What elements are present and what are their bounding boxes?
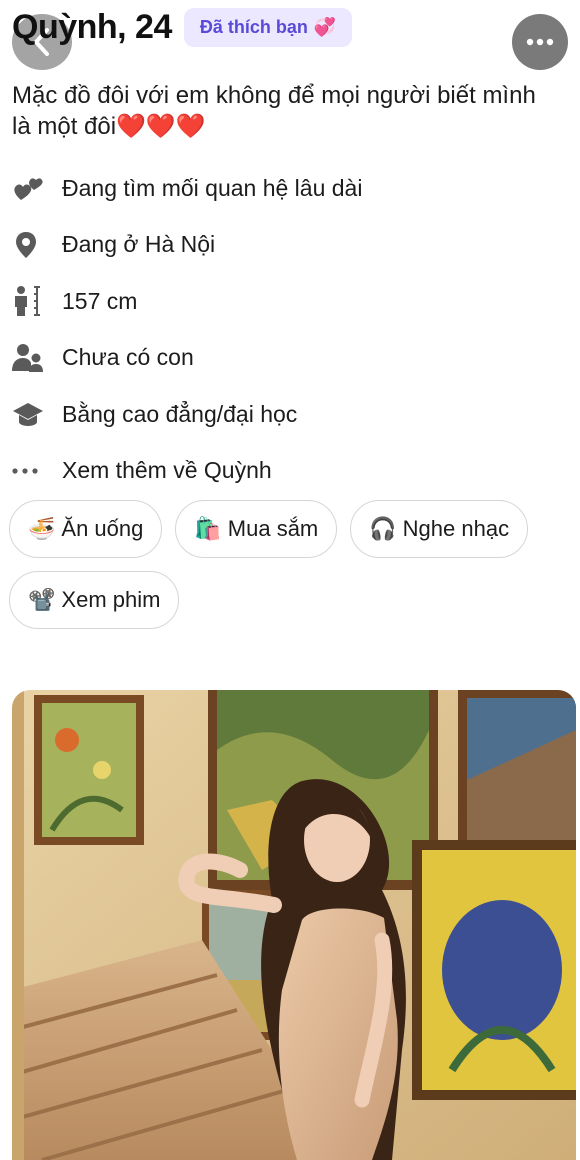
profile-name-age: Quỳnh, 24	[12, 8, 172, 46]
more-options-button[interactable]	[512, 14, 568, 70]
info-text: Bằng cao đẳng/đại học	[62, 400, 298, 427]
info-text: 157 cm	[62, 287, 138, 314]
more-dots-icon	[12, 455, 48, 487]
info-row-children: Chưa có con	[12, 330, 568, 387]
interest-chip-shopping[interactable]: 🛍️ Mua sắm	[175, 500, 338, 558]
children-icon	[12, 342, 48, 374]
info-row-see-more[interactable]: Xem thêm về Quỳnh	[12, 443, 568, 500]
hearts-icon	[12, 172, 48, 204]
see-more-link[interactable]: Xem thêm về Quỳnh	[62, 457, 272, 484]
info-row-relationship: Đang tìm mối quan hệ lâu dài	[12, 160, 568, 217]
interest-chip-eating[interactable]: 🍜 Ăn uống	[9, 500, 163, 558]
interest-chip-music[interactable]: 🎧 Nghe nhạc	[350, 500, 529, 558]
location-pin-icon	[12, 229, 48, 261]
headphones-icon: 🎧	[369, 516, 397, 541]
liked-badge-label: Đã thích bạn	[199, 17, 308, 37]
interest-label: Nghe nhạc	[402, 516, 510, 541]
profile-info-list: Đang tìm mối quan hệ lâu dài Đang ở Hà N…	[12, 160, 568, 499]
noodle-bowl-icon: 🍜	[28, 516, 56, 541]
info-text: Đang tìm mối quan hệ lâu dài	[62, 174, 363, 201]
info-row-education: Bằng cao đẳng/đại học	[12, 386, 568, 443]
info-row-height: 157 cm	[12, 273, 568, 330]
profile-photo-illustration	[12, 690, 576, 1160]
info-text: Chưa có con	[62, 344, 194, 371]
height-icon	[12, 285, 48, 317]
liked-you-badge: Đã thích bạn 💞	[183, 8, 353, 47]
profile-photo[interactable]	[12, 690, 576, 1160]
shopping-bags-icon: 🛍️	[194, 516, 222, 541]
interest-label: Mua sắm	[227, 516, 319, 541]
ellipsis-icon	[526, 38, 554, 46]
film-projector-icon: 📽️	[28, 587, 56, 612]
interest-chip-movies[interactable]: 📽️ Xem phim	[9, 571, 180, 629]
interest-chips: 🍜 Ăn uống 🛍️ Mua sắm 🎧 Nghe nhạc 📽️ Xem …	[9, 500, 574, 629]
profile-header: Quỳnh, 24 Đã thích bạn 💞	[12, 8, 353, 47]
interest-label: Ăn uống	[61, 516, 144, 541]
info-row-location: Đang ở Hà Nội	[12, 217, 568, 274]
graduation-cap-icon	[12, 398, 48, 430]
info-text: Đang ở Hà Nội	[62, 231, 216, 258]
hearts-emoji-icon: 💞	[313, 17, 337, 37]
interest-label: Xem phim	[61, 587, 161, 612]
profile-bio: Mặc đồ đôi với em không để mọi người biế…	[12, 82, 536, 140]
